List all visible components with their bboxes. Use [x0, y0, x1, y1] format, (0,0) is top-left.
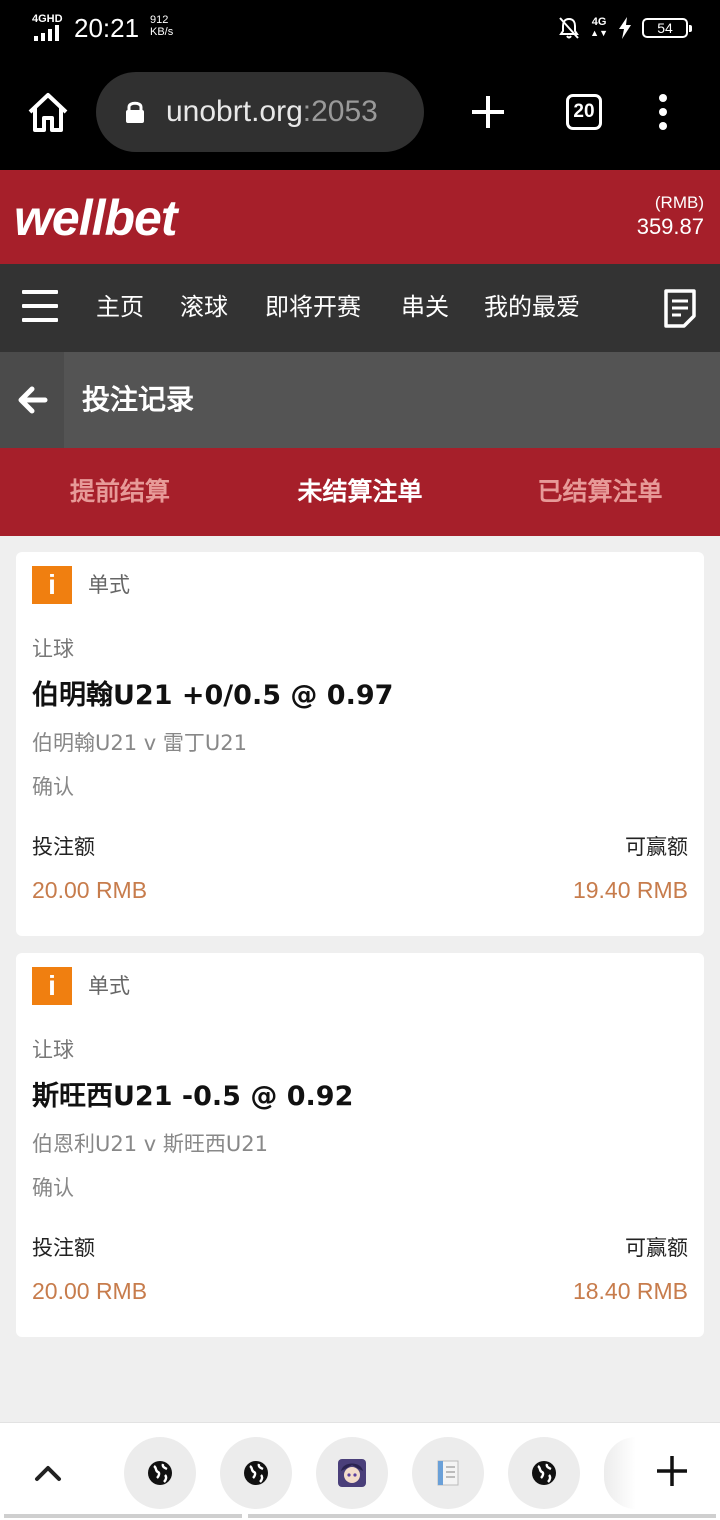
- stake-label: 投注额: [32, 835, 95, 859]
- network-right-label: 4G: [591, 16, 607, 28]
- to-win-amount: 18.40 RMB: [572, 1278, 688, 1304]
- tab-thumbnail[interactable]: [412, 1437, 484, 1509]
- to-win-label: 可赢额: [625, 1236, 688, 1260]
- tab-thumbnail[interactable]: [220, 1437, 292, 1509]
- stake-amount: 20.00 RMB: [32, 1278, 148, 1304]
- globe-icon: [532, 1461, 556, 1485]
- battery-icon: 54: [642, 18, 692, 38]
- site-header: wellbet (RMB) 359.87: [0, 170, 720, 264]
- home-icon: [28, 93, 68, 132]
- document-icon: [437, 1460, 459, 1486]
- url-text: unobrt.org:2053: [166, 94, 378, 130]
- stake-label: 投注额: [32, 1236, 95, 1260]
- tab-thumbnail[interactable]: [508, 1437, 580, 1509]
- mute-bell-icon: [559, 17, 580, 39]
- nav-favorites[interactable]: 我的最爱: [484, 290, 580, 324]
- info-icon: i: [32, 566, 72, 604]
- back-arrow-icon: [18, 386, 48, 414]
- tab-strip: [0, 1422, 720, 1520]
- balance-amount: 359.87: [636, 214, 704, 239]
- new-tab-button[interactable]: [466, 90, 510, 134]
- nav-live[interactable]: 滚球: [180, 290, 228, 324]
- charging-icon: [619, 17, 631, 39]
- overflow-menu-icon[interactable]: [652, 94, 674, 134]
- network-speed: 912 KB/s: [150, 14, 173, 38]
- plus-icon: [657, 1456, 687, 1486]
- bet-record-tabs: 提前结算 未结算注单 已结算注单: [0, 448, 720, 536]
- bet-card[interactable]: i 单式 让球 斯旺西U21 -0.5 @ 0.92 伯恩利U21 v 斯旺西U…: [16, 953, 704, 1337]
- page-title-bar: 投注记录: [0, 352, 720, 448]
- avatar-icon: [338, 1459, 366, 1487]
- tab-settled[interactable]: 已结算注单: [480, 448, 720, 536]
- bet-type: 单式: [88, 573, 130, 597]
- address-bar[interactable]: unobrt.org:2053: [96, 72, 424, 152]
- bet-type: 单式: [88, 974, 130, 998]
- clock: 20:21: [74, 13, 140, 43]
- scroll-track: [248, 1514, 716, 1518]
- status-bar: 4GHD 20:21 912 KB/s 4G ▲▼ 54: [0, 0, 720, 56]
- signal-icon: 4GHD: [32, 13, 66, 41]
- bet-selection: 斯旺西U21 -0.5 @ 0.92: [32, 1081, 354, 1112]
- mobile-data-icon: 4G ▲▼: [590, 16, 608, 39]
- url-port: :2053: [302, 95, 378, 128]
- bet-status: 确认: [32, 775, 74, 799]
- main-nav: 主页 滚球 即将开赛 串关 我的最爱: [0, 264, 720, 352]
- nav-home[interactable]: 主页: [96, 290, 144, 324]
- account-balance[interactable]: (RMB) 359.87: [637, 192, 704, 240]
- betslip-icon[interactable]: [662, 288, 698, 328]
- nav-upcoming[interactable]: 即将开赛: [265, 290, 361, 324]
- chevron-up-icon: [35, 1466, 61, 1481]
- globe-icon: [244, 1461, 268, 1485]
- plus-icon: [472, 96, 504, 128]
- bet-selection: 伯明翰U21 +0/0.5 @ 0.97: [32, 680, 394, 711]
- tab-thumbnail-partial[interactable]: [604, 1437, 636, 1509]
- lock-icon: [126, 101, 144, 123]
- nav-parlay[interactable]: 串关: [401, 290, 449, 324]
- to-win-amount: 19.40 RMB: [572, 877, 688, 903]
- browser-toolbar: unobrt.org:2053 20: [0, 56, 720, 170]
- bet-market: 让球: [32, 637, 74, 661]
- info-icon: i: [32, 967, 72, 1005]
- bet-card[interactable]: i 单式 让球 伯明翰U21 +0/0.5 @ 0.97 伯明翰U21 v 雷丁…: [16, 552, 704, 936]
- bet-match: 伯恩利U21 v 斯旺西U21: [32, 1132, 268, 1156]
- bet-market: 让球: [32, 1038, 74, 1062]
- tab-cash-out[interactable]: 提前结算: [0, 448, 240, 536]
- bet-status: 确认: [32, 1176, 74, 1200]
- tab-unsettled[interactable]: 未结算注单: [240, 448, 480, 536]
- back-button[interactable]: [0, 352, 64, 448]
- globe-icon: [148, 1461, 172, 1485]
- speed-value: 912: [150, 14, 169, 26]
- stake-amount: 20.00 RMB: [32, 877, 148, 903]
- expand-tabs-button[interactable]: [28, 1453, 68, 1493]
- bet-match: 伯明翰U21 v 雷丁U21: [32, 731, 247, 755]
- hamburger-menu-icon[interactable]: [22, 290, 58, 322]
- to-win-label: 可赢额: [625, 835, 688, 859]
- page-title: 投注记录: [82, 383, 195, 416]
- scroll-indicator: [4, 1514, 242, 1518]
- balance-currency: (RMB): [654, 193, 704, 212]
- url-host: unobrt.org: [166, 95, 303, 128]
- tab-switcher-button[interactable]: 20: [566, 94, 602, 130]
- tab-thumbnail[interactable]: [124, 1437, 196, 1509]
- add-tab-button[interactable]: [652, 1451, 692, 1491]
- speed-unit: KB/s: [150, 26, 174, 38]
- wellbet-logo[interactable]: wellbet: [14, 190, 177, 246]
- tab-thumbnail[interactable]: [316, 1437, 388, 1509]
- home-button[interactable]: [22, 86, 74, 138]
- network-type: 4GHD: [32, 13, 63, 25]
